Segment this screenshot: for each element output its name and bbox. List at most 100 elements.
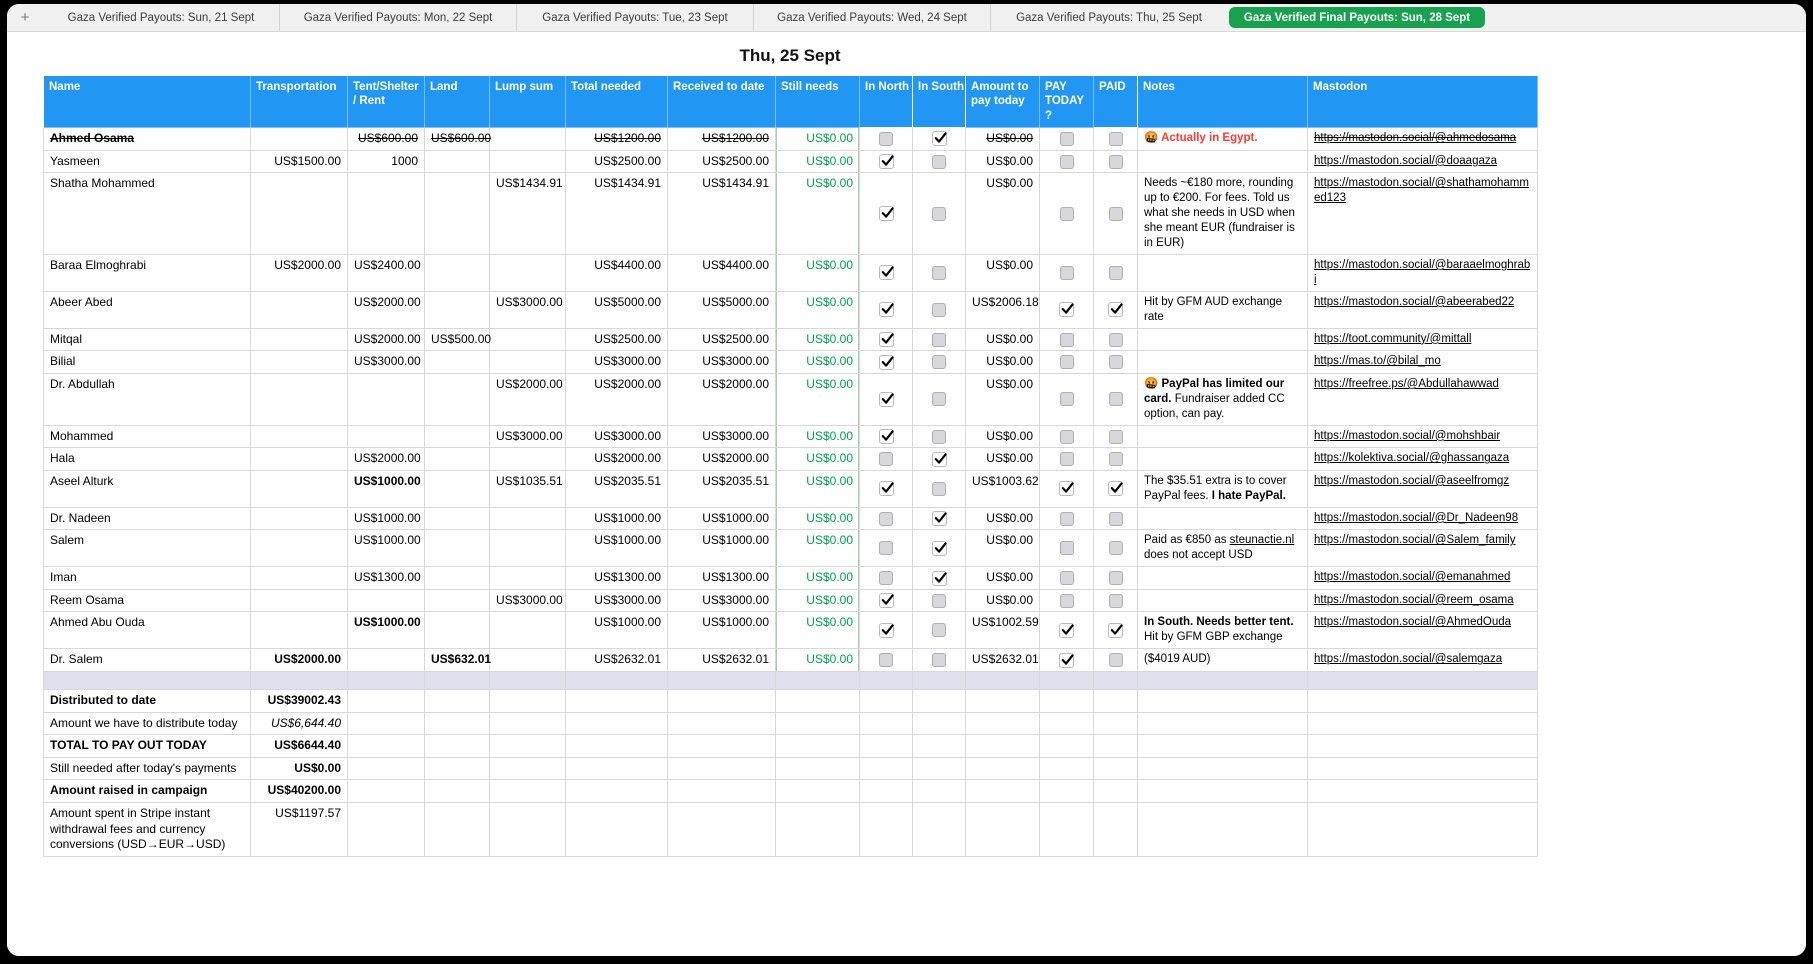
empty-cell[interactable] [860,780,913,803]
cell-total[interactable]: US$2500.00 [566,328,668,351]
empty-cell[interactable] [913,712,966,735]
spacer-cell[interactable] [860,671,913,689]
checkbox-unchecked[interactable] [879,512,893,526]
empty-cell[interactable] [1308,689,1538,712]
checkbox-unchecked[interactable] [932,155,946,169]
empty-cell[interactable] [425,780,490,803]
cell-total[interactable]: US$3000.00 [566,425,668,448]
checkbox-unchecked[interactable] [1060,333,1074,347]
checkbox-checked[interactable] [879,623,894,638]
cell-still[interactable]: US$0.00 [776,150,860,173]
empty-cell[interactable] [668,735,776,758]
cell-transportation[interactable] [251,373,348,425]
empty-cell[interactable] [860,735,913,758]
summary-label[interactable]: Amount spent in Stripe instant withdrawa… [44,802,251,856]
summary-label[interactable]: Amount raised in campaign [44,780,251,803]
cell-still[interactable]: US$0.00 [776,291,860,328]
cell-transportation[interactable]: US$2000.00 [251,649,348,672]
cell-transportation[interactable] [251,589,348,612]
cell-mastodon[interactable]: https://mastodon.social/@shathamohammed1… [1308,173,1538,255]
cell-paid[interactable] [1094,470,1138,507]
cell-paid[interactable] [1094,173,1138,255]
cell-lump[interactable]: US$3000.00 [490,291,566,328]
summary-label[interactable]: Still needed after today's payments [44,757,251,780]
cell-tent[interactable]: US$2000.00 [348,291,425,328]
cell-notes[interactable] [1138,351,1308,374]
cell-received[interactable]: US$1434.91 [668,173,776,255]
empty-cell[interactable] [1094,780,1138,803]
cell-paid[interactable] [1094,150,1138,173]
empty-cell[interactable] [966,712,1040,735]
cell-notes[interactable]: In South. Needs better tent. Hit by GFM … [1138,612,1308,649]
cell-received[interactable]: US$2632.01 [668,649,776,672]
sheet-tab-5[interactable]: Gaza Verified Payouts: Thu, 25 Sept [990,4,1227,31]
spacer-cell[interactable] [776,671,860,689]
cell-land[interactable] [425,173,490,255]
cell-amount[interactable]: US$0.00 [966,328,1040,351]
checkbox-checked[interactable] [879,429,894,444]
cell-in_north[interactable] [860,173,913,255]
cell-paid[interactable] [1094,589,1138,612]
cell-notes[interactable] [1138,448,1308,471]
cell-name[interactable]: Dr. Abdullah [44,373,251,425]
cell-mastodon[interactable]: https://mastodon.social/@AhmedOuda [1308,612,1538,649]
cell-paid[interactable] [1094,425,1138,448]
cell-transportation[interactable]: US$2000.00 [251,255,348,292]
spacer-cell[interactable] [668,671,776,689]
cell-in_north[interactable] [860,507,913,530]
cell-received[interactable]: US$1200.00 [668,128,776,151]
column-header-amount-to-pay-today[interactable]: Amount to pay today [966,76,1040,128]
cell-lump[interactable] [490,328,566,351]
cell-notes[interactable]: Hit by GFM AUD exchange rate [1138,291,1308,328]
cell-paid[interactable] [1094,373,1138,425]
cell-notes[interactable] [1138,328,1308,351]
cell-in_north[interactable] [860,128,913,151]
cell-received[interactable]: US$2035.51 [668,470,776,507]
cell-amount[interactable]: US$0.00 [966,507,1040,530]
cell-mastodon[interactable]: https://mas.to/@bilal_mo [1308,351,1538,374]
cell-mastodon[interactable]: https://toot.community/@mittall [1308,328,1538,351]
cell-in_south[interactable] [913,567,966,590]
cell-in_north[interactable] [860,373,913,425]
empty-cell[interactable] [425,802,490,856]
cell-tent[interactable] [348,649,425,672]
checkbox-unchecked[interactable] [932,482,946,496]
empty-cell[interactable] [1094,689,1138,712]
cell-still[interactable]: US$0.00 [776,255,860,292]
cell-lump[interactable]: US$3000.00 [490,425,566,448]
cell-name[interactable]: Bilial [44,351,251,374]
empty-cell[interactable] [490,802,566,856]
checkbox-unchecked[interactable] [1060,594,1074,608]
cell-transportation[interactable] [251,291,348,328]
cell-tent[interactable]: US$1000.00 [348,530,425,567]
cell-lump[interactable] [490,255,566,292]
checkbox-checked[interactable] [879,481,894,496]
checkbox-unchecked[interactable] [1109,541,1123,555]
cell-amount[interactable]: US$1002.59 [966,612,1040,649]
mastodon-link[interactable]: https://mastodon.social/@reem_osama [1314,594,1514,606]
cell-total[interactable]: US$1200.00 [566,128,668,151]
mastodon-link[interactable]: https://mastodon.social/@salemgaza [1314,653,1502,665]
column-header-pay-today[interactable]: PAY TODAY? [1040,76,1094,128]
checkbox-unchecked[interactable] [1109,594,1123,608]
cell-paid[interactable] [1094,448,1138,471]
cell-lump[interactable]: US$1035.51 [490,470,566,507]
empty-cell[interactable] [913,735,966,758]
cell-still[interactable]: US$0.00 [776,448,860,471]
cell-name[interactable]: Reem Osama [44,589,251,612]
checkbox-unchecked[interactable] [1060,430,1074,444]
empty-cell[interactable] [966,689,1040,712]
empty-cell[interactable] [776,689,860,712]
cell-land[interactable] [425,470,490,507]
cell-transportation[interactable] [251,425,348,448]
cell-in_south[interactable] [913,649,966,672]
cell-in_south[interactable] [913,448,966,471]
checkbox-unchecked[interactable] [1060,392,1074,406]
cell-still[interactable]: US$0.00 [776,612,860,649]
cell-pay_today[interactable] [1040,373,1094,425]
empty-cell[interactable] [668,689,776,712]
cell-mastodon[interactable]: https://mastodon.social/@abeerabed22 [1308,291,1538,328]
empty-cell[interactable] [1094,735,1138,758]
cell-tent[interactable] [348,373,425,425]
cell-total[interactable]: US$4400.00 [566,255,668,292]
